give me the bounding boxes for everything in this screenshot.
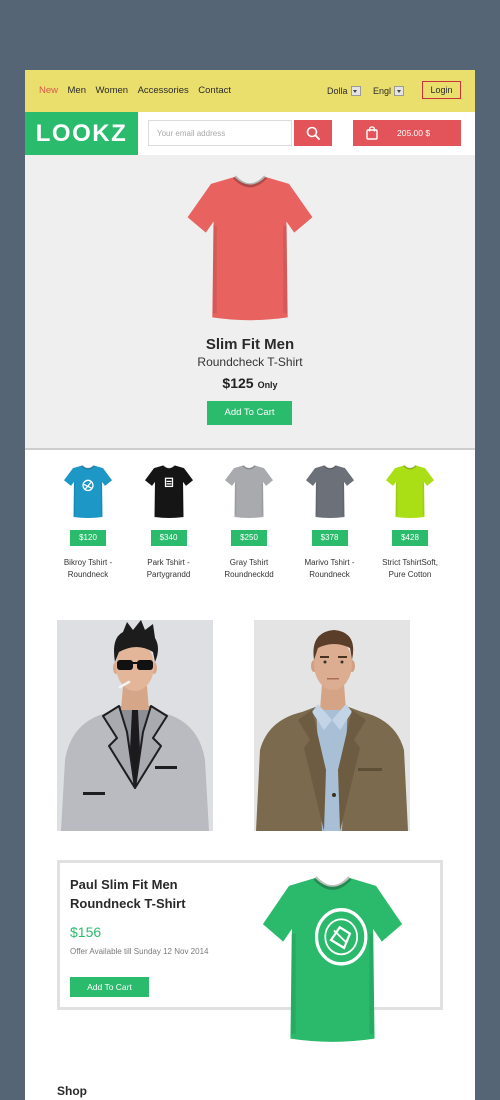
search-icon (306, 126, 320, 140)
product-price-badge[interactable]: $340 (150, 530, 187, 546)
featured-title: Paul Slim Fit Men Roundneck T-Shirt (70, 875, 186, 913)
product-tshirt-image[interactable] (63, 463, 113, 519)
hero-banner: Slim Fit Men Roundcheck T-Shirt $125 Only… (25, 155, 475, 450)
featured-price: $156 (70, 924, 102, 940)
chevron-down-icon[interactable] (394, 86, 405, 96)
product-card[interactable]: $250 Gray Tshirt Roundneckdd (209, 450, 290, 590)
tshirt-body (263, 878, 402, 1042)
nav-item-women[interactable]: Women (96, 85, 129, 97)
nav-item-new[interactable]: New (39, 85, 58, 97)
featured-offer-text: Offer Available till Sunday 12 Nov 2014 (70, 947, 209, 956)
jacket-button (332, 793, 336, 797)
tshirt-body (224, 464, 274, 519)
currency-select[interactable]: Dolla (327, 85, 361, 97)
product-price-badge[interactable]: $378 (311, 530, 348, 546)
product-price-badge[interactable]: $250 (231, 530, 267, 546)
product-tshirt-image[interactable] (304, 463, 355, 519)
tshirt-body (63, 464, 113, 519)
cart-button[interactable]: 205.00 $ (353, 120, 461, 146)
chevron-down-icon[interactable] (350, 86, 361, 96)
product-name[interactable]: Park Tshirt - Partygrandd (133, 557, 205, 581)
hero-price-amount: $125 (222, 375, 254, 391)
product-list: $120 Bikroy Tshirt - Roundneck $340 Park… (48, 450, 451, 590)
hero-subtitle: Roundcheck T-Shirt (197, 355, 303, 369)
language-value: Engl (373, 86, 392, 96)
featured-title-line1: Paul Slim Fit Men (70, 877, 178, 892)
tshirt-body (385, 464, 435, 519)
product-price-badge[interactable]: $120 (70, 530, 106, 546)
nav-item-men[interactable]: Men (68, 85, 86, 97)
product-name[interactable]: Bikroy Tshirt - Roundneck (52, 557, 124, 581)
featured-add-to-cart-button[interactable]: Add To Cart (70, 977, 149, 997)
top-nav-bar: New Men Women Accessories Contact Dolla … (25, 70, 475, 112)
hero-price: $125 Only (25, 374, 475, 394)
product-tshirt-image[interactable] (143, 463, 194, 519)
featured-product-box: Paul Slim Fit Men Roundneck T-Shirt $156… (57, 860, 443, 1010)
main-menu: New Men Women Accessories Contact (39, 85, 231, 97)
login-button[interactable]: Login (422, 81, 461, 99)
hero-title: Slim Fit Men (205, 336, 295, 353)
nav-item-contact[interactable]: Contact (198, 85, 231, 97)
featured-tshirt-image[interactable] (260, 870, 405, 1045)
tshirt-body (188, 177, 313, 320)
page-container: New Men Women Accessories Contact Dolla … (25, 70, 475, 1100)
logo[interactable]: LOOKZ (25, 112, 138, 155)
search-button[interactable] (294, 120, 332, 146)
model-photo-gray-suit[interactable] (57, 620, 213, 831)
product-card[interactable]: $340 Park Tshirt - Partygrandd (129, 450, 210, 590)
product-name[interactable]: Strict TshirtSoft, Pure Cotton (374, 557, 446, 581)
model-photo-brown-jacket[interactable] (254, 620, 410, 831)
hero-add-to-cart-button[interactable]: Add To Cart (207, 401, 292, 425)
product-price-badge[interactable]: $428 (392, 530, 428, 546)
product-name[interactable]: Gray Tshirt Roundneckdd (213, 557, 285, 581)
product-card[interactable]: $428 Strict TshirtSoft, Pure Cotton (370, 450, 451, 590)
nav-item-accessories[interactable]: Accessories (138, 85, 189, 97)
email-input[interactable] (148, 120, 292, 146)
product-card[interactable]: $378 Marivo Tshirt - Roundneck (290, 450, 371, 590)
tshirt-body (304, 464, 355, 519)
tshirt-body (143, 464, 194, 519)
product-tshirt-image[interactable] (385, 463, 435, 519)
hero-tshirt-image[interactable] (185, 170, 315, 323)
shopping-bag-icon (366, 126, 378, 140)
product-name[interactable]: Marivo Tshirt - Roundneck (294, 557, 366, 581)
featured-title-line2: Roundneck T-Shirt (70, 896, 186, 911)
currency-value: Dolla (327, 86, 348, 96)
product-card[interactable]: $120 Bikroy Tshirt - Roundneck (48, 450, 129, 590)
hero-price-suffix: Only (257, 380, 278, 390)
jacket-pocket (358, 768, 382, 771)
product-tshirt-image[interactable] (224, 463, 274, 519)
shop-heading: Shop (57, 1084, 87, 1098)
cart-total: 205.00 $ (397, 128, 431, 138)
language-select[interactable]: Engl (373, 85, 405, 97)
